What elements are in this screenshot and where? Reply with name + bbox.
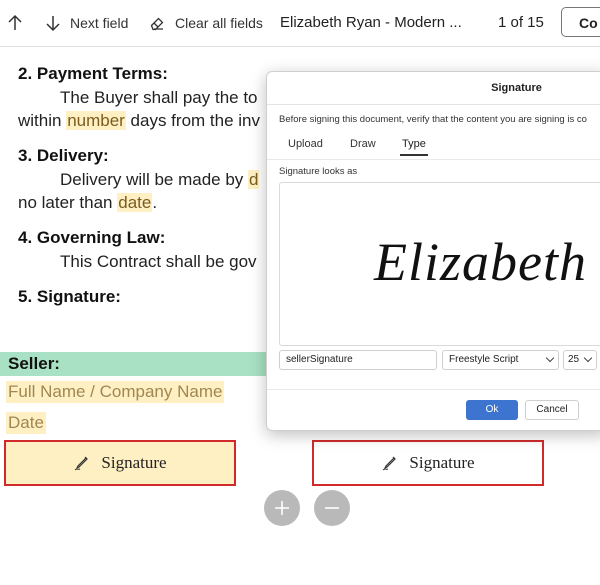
section-2-heading: 2. Payment Terms: bbox=[18, 64, 168, 83]
section-2-text-a: within bbox=[18, 111, 67, 130]
dialog-divider bbox=[267, 104, 600, 105]
section-2-line-2: within number days from the inv bbox=[18, 111, 260, 131]
seller-label: Seller: bbox=[8, 354, 60, 373]
document-title: Elizabeth Ryan - Modern ... bbox=[280, 14, 462, 31]
buyer-signature-label: Signature bbox=[409, 453, 475, 472]
dialog-title: Signature bbox=[491, 82, 542, 94]
section-5-heading: 5. Signature: bbox=[18, 287, 121, 306]
seller-bar: Seller: bbox=[0, 352, 310, 376]
signature-looks-label: Signature looks as bbox=[279, 166, 358, 177]
continue-button[interactable]: Co bbox=[561, 7, 600, 37]
pen-signature-icon bbox=[383, 456, 397, 471]
arrow-down-icon bbox=[46, 16, 60, 32]
chevron-down-icon bbox=[583, 353, 593, 363]
cancel-button[interactable]: Cancel bbox=[525, 400, 579, 420]
signature-preview-text: Elizabeth Ry bbox=[374, 232, 600, 292]
seller-signature-label: Signature bbox=[101, 453, 167, 472]
tab-draw[interactable]: Draw bbox=[350, 138, 376, 150]
section-3-text-a: Delivery will be made by bbox=[60, 170, 249, 189]
next-field-button[interactable]: Next field bbox=[44, 0, 128, 46]
signature-name-input[interactable]: sellerSignature bbox=[279, 350, 437, 370]
zoom-out-button[interactable] bbox=[314, 490, 350, 526]
delivery-field[interactable]: d bbox=[248, 170, 260, 189]
date-field[interactable]: Date bbox=[6, 412, 46, 434]
signature-dialog: Signature Before signing this document, … bbox=[266, 71, 600, 431]
section-2-line-1: The Buyer shall pay the to bbox=[60, 88, 258, 107]
footer-divider bbox=[267, 389, 600, 390]
section-4-line-1: This Contract shall be gov bbox=[60, 252, 257, 271]
font-select[interactable]: Freestyle Script bbox=[442, 350, 559, 370]
pen-signature-icon bbox=[75, 456, 89, 471]
seller-signature-field[interactable]: Signature bbox=[4, 440, 236, 486]
date-field-inline[interactable]: date bbox=[117, 193, 153, 212]
section-3-line-2: no later than date. bbox=[18, 193, 157, 213]
number-field[interactable]: number bbox=[66, 111, 126, 130]
clear-all-fields-button[interactable]: Clear all fields bbox=[148, 0, 263, 46]
size-select[interactable]: 25 bbox=[563, 350, 597, 370]
clear-all-fields-label: Clear all fields bbox=[175, 15, 263, 31]
plus-icon bbox=[275, 501, 289, 515]
next-field-label: Next field bbox=[70, 15, 129, 31]
arrow-up-icon bbox=[8, 14, 22, 30]
previous-field-button[interactable] bbox=[6, 0, 24, 46]
section-3-period: . bbox=[152, 193, 158, 212]
full-name-field[interactable]: Full Name / Company Name bbox=[6, 381, 225, 403]
chevron-down-icon bbox=[545, 353, 555, 363]
section-2-text-b: days from the inv bbox=[125, 111, 260, 130]
eraser-icon bbox=[150, 17, 164, 31]
size-select-value: 25 bbox=[568, 354, 580, 365]
minus-icon bbox=[325, 507, 339, 509]
dialog-notice: Before signing this document, verify tha… bbox=[279, 114, 587, 125]
zoom-in-button[interactable] bbox=[264, 490, 300, 526]
font-select-value: Freestyle Script bbox=[449, 354, 519, 365]
signature-preview: Elizabeth Ry bbox=[279, 182, 600, 346]
section-3-text-c: no later than bbox=[18, 193, 118, 212]
buyer-signature-field[interactable]: Signature bbox=[312, 440, 544, 486]
tab-type[interactable]: Type bbox=[402, 138, 426, 150]
ok-button[interactable]: Ok bbox=[466, 400, 518, 420]
tabs-divider bbox=[267, 159, 600, 160]
page-indicator: 1 of 15 bbox=[498, 14, 544, 31]
tab-upload[interactable]: Upload bbox=[288, 138, 323, 150]
toolbar: Next field Clear all fields Elizabeth Ry… bbox=[0, 0, 600, 47]
section-4-heading: 4. Governing Law: bbox=[18, 228, 166, 247]
active-tab-indicator bbox=[400, 154, 428, 156]
section-3-line-1: Delivery will be made by d bbox=[60, 170, 260, 190]
section-3-heading: 3. Delivery: bbox=[18, 146, 109, 165]
